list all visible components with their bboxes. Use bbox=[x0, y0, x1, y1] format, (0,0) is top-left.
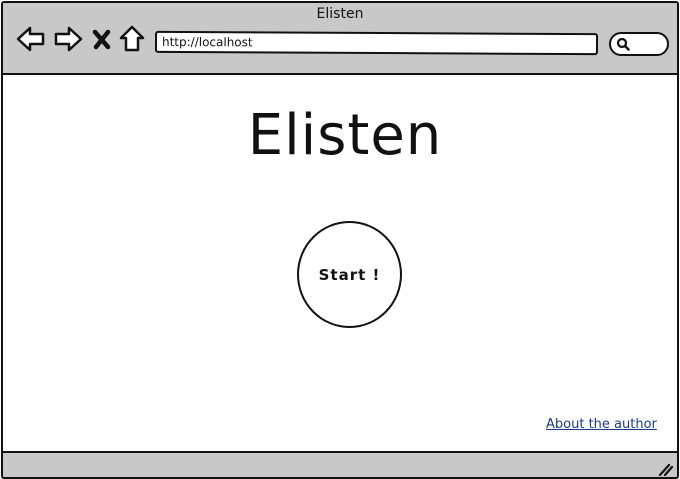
search-field[interactable] bbox=[609, 32, 669, 56]
window-title: Elisten bbox=[316, 6, 364, 22]
page-content: Elisten Start ! About the author bbox=[3, 75, 677, 451]
start-button[interactable]: Start ! bbox=[297, 221, 402, 328]
forward-arrow-icon bbox=[54, 26, 83, 52]
browser-window: Elisten http://localhost Elisten Start !… bbox=[1, 1, 679, 479]
start-button-label: Start ! bbox=[318, 265, 381, 284]
home-button[interactable] bbox=[118, 25, 146, 53]
back-arrow-icon bbox=[16, 26, 45, 52]
address-bar[interactable]: http://localhost bbox=[154, 30, 599, 56]
stop-button[interactable] bbox=[91, 25, 113, 53]
address-url: http://localhost bbox=[161, 34, 253, 50]
search-icon bbox=[616, 37, 630, 51]
status-bar bbox=[3, 451, 677, 477]
close-icon bbox=[92, 29, 111, 50]
back-button[interactable] bbox=[16, 25, 46, 53]
home-icon bbox=[119, 25, 145, 52]
page-title: Elisten bbox=[247, 103, 443, 168]
resize-grip-icon[interactable] bbox=[657, 462, 673, 476]
forward-button[interactable] bbox=[53, 25, 83, 53]
about-author-link[interactable]: About the author bbox=[546, 417, 657, 432]
browser-toolbar: Elisten http://localhost bbox=[3, 3, 677, 75]
